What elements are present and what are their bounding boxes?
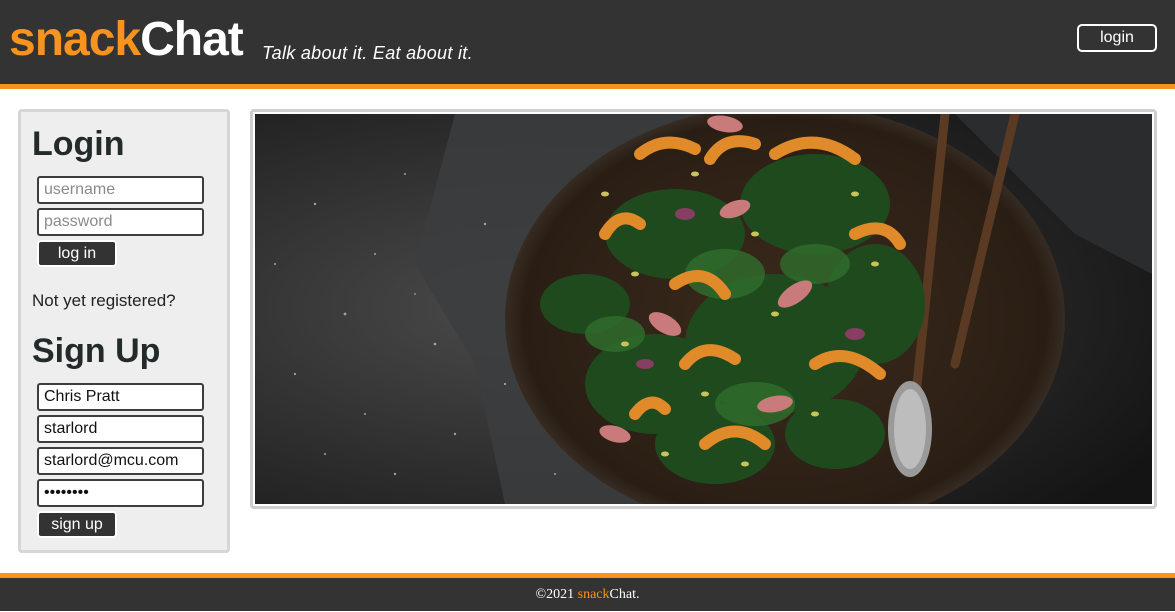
tagline: Talk about it. Eat about it. — [262, 43, 473, 63]
site-footer: ©2021 snackChat. — [0, 578, 1175, 611]
signup-email-input[interactable] — [37, 447, 204, 475]
hero-image-frame — [250, 109, 1157, 509]
login-password-input[interactable] — [37, 208, 204, 236]
signup-submit-button[interactable]: sign up — [37, 511, 117, 538]
footer-brand-snack: snack — [577, 587, 610, 602]
footer-brand-chat: Chat. — [609, 587, 640, 602]
brand-logo[interactable]: snackChat — [9, 13, 244, 66]
header-accent-bar — [0, 84, 1175, 89]
signup-title: Sign Up — [32, 332, 161, 370]
login-username-input[interactable] — [37, 176, 204, 204]
brand-logo-chat: Chat — [140, 13, 244, 66]
brand-logo-snack: snack — [9, 13, 141, 66]
auth-sidebar: Login log in Not yet registered? Sign Up… — [18, 109, 230, 553]
signup-name-input[interactable] — [37, 383, 204, 411]
not-registered-text: Not yet registered? — [32, 291, 176, 310]
site-header: snackChat Talk about it. Eat about it. l… — [0, 0, 1175, 84]
footer-copyright: ©2021 — [535, 587, 578, 602]
signup-username-input[interactable] — [37, 415, 204, 443]
signup-password-input[interactable] — [37, 479, 204, 507]
food-salad-image — [255, 114, 1152, 504]
header-login-button[interactable]: login — [1077, 24, 1157, 52]
login-submit-button[interactable]: log in — [37, 240, 117, 267]
login-title: Login — [32, 125, 125, 163]
